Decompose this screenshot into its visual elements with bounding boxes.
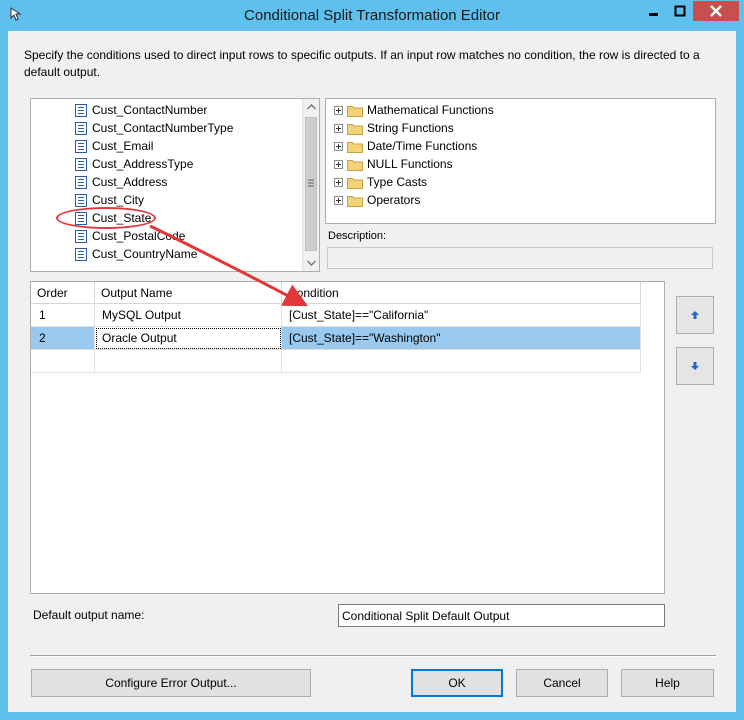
arrow-up-icon [691, 311, 699, 319]
function-category[interactable]: Operators [334, 191, 420, 209]
column-icon [75, 139, 87, 153]
row-condition[interactable]: [Cust_State]=="Washington" [282, 327, 641, 350]
folder-icon [347, 195, 363, 207]
default-output-label: Default output name: [33, 608, 145, 622]
expand-icon[interactable] [334, 159, 343, 169]
column-label: Cust_AddressType [92, 157, 194, 171]
column-label: Cust_Address [92, 175, 168, 189]
function-category-label: String Functions [367, 121, 454, 135]
row-condition[interactable]: [Cust_State]=="California" [282, 304, 641, 327]
column-icon [75, 247, 87, 261]
conditions-grid[interactable]: Order Output Name Condition 1 MySQL Outpu… [30, 281, 665, 594]
function-category-label: NULL Functions [367, 157, 453, 171]
column-icon [75, 103, 87, 117]
column-item[interactable]: Cust_PostalCode [75, 227, 185, 245]
close-icon [710, 5, 722, 17]
folder-icon [347, 141, 363, 153]
column-label: Cust_ContactNumberType [92, 121, 234, 135]
instructions-text: Specify the conditions used to direct in… [24, 48, 700, 79]
column-icon [75, 175, 87, 189]
columns-list[interactable]: Cust_ContactNumber Cust_ContactNumberType… [30, 98, 320, 272]
annotation-ellipse [56, 207, 156, 229]
column-icon [75, 229, 87, 243]
column-label: Cust_CountryName [92, 247, 198, 261]
new-row[interactable] [31, 350, 641, 373]
expand-icon[interactable] [334, 123, 343, 133]
header-order[interactable]: Order [31, 282, 95, 304]
minimize-icon [649, 13, 658, 16]
minimize-button[interactable] [641, 1, 667, 21]
columns-scrollbar[interactable] [302, 99, 319, 271]
description-label: Description: [328, 230, 387, 242]
folder-icon [347, 123, 363, 135]
new-row-name[interactable] [95, 350, 282, 373]
chevron-down-icon [306, 260, 316, 266]
column-icon [75, 121, 87, 135]
column-label: Cust_ContactNumber [92, 103, 208, 117]
chevron-up-icon [306, 104, 316, 110]
column-label: Cust_Email [92, 139, 154, 153]
grid-header: Order Output Name Condition [31, 282, 641, 304]
column-item[interactable]: Cust_Email [75, 137, 153, 155]
column-label: Cust_PostalCode [92, 229, 186, 243]
ok-button[interactable]: OK [411, 669, 503, 697]
row-order[interactable]: 1 [31, 304, 95, 327]
function-category[interactable]: Type Casts [334, 173, 427, 191]
row-order[interactable]: 2 [31, 327, 95, 350]
function-category-label: Date/Time Functions [367, 139, 478, 153]
maximize-button[interactable] [667, 1, 693, 21]
header-output-name[interactable]: Output Name [95, 282, 282, 304]
row-output-name[interactable]: MySQL Output [95, 304, 282, 327]
new-row-order[interactable] [31, 350, 95, 373]
function-category-label: Type Casts [367, 175, 428, 189]
function-category[interactable]: NULL Functions [334, 155, 453, 173]
description-box [327, 247, 713, 269]
scroll-down-arrow[interactable] [303, 255, 319, 271]
move-down-button[interactable] [676, 347, 714, 385]
folder-icon [347, 177, 363, 189]
expand-icon[interactable] [334, 177, 343, 187]
scroll-up-arrow[interactable] [303, 99, 319, 115]
column-label: Cust_City [92, 193, 145, 207]
functions-tree[interactable]: Mathematical Functions String Functions Da… [325, 98, 716, 224]
maximize-icon [674, 5, 686, 17]
header-condition[interactable]: Condition [282, 282, 641, 304]
column-icon [75, 157, 87, 171]
configure-error-output-button[interactable]: Configure Error Output... [31, 669, 311, 697]
column-icon [75, 193, 87, 207]
function-category-label: Operators [367, 193, 421, 207]
table-row[interactable]: 1 MySQL Output [Cust_State]=="California" [31, 304, 641, 327]
dialog-window: Conditional Split Transformation Editor … [0, 0, 744, 720]
function-category-label: Mathematical Functions [367, 103, 494, 117]
default-output-input[interactable] [338, 604, 665, 627]
title-bar[interactable]: Conditional Split Transformation Editor [0, 0, 744, 30]
expand-icon[interactable] [334, 105, 343, 115]
column-item[interactable]: Cust_ContactNumber [75, 101, 207, 119]
scroll-thumb[interactable] [305, 117, 317, 251]
folder-icon [347, 159, 363, 171]
function-category[interactable]: String Functions [334, 119, 454, 137]
table-row[interactable]: 2 Oracle Output [Cust_State]=="Washington" [31, 327, 641, 350]
cancel-button[interactable]: Cancel [516, 669, 608, 697]
window-title: Conditional Split Transformation Editor [244, 7, 500, 24]
grip-icon [308, 179, 314, 187]
folder-icon [347, 105, 363, 117]
move-up-button[interactable] [676, 296, 714, 334]
column-item[interactable]: Cust_CountryName [75, 245, 197, 263]
divider [30, 655, 716, 657]
new-row-condition[interactable] [282, 350, 641, 373]
column-item[interactable]: Cust_ContactNumberType [75, 119, 233, 137]
expand-icon[interactable] [334, 195, 343, 205]
column-item[interactable]: Cust_AddressType [75, 155, 193, 173]
column-item[interactable]: Cust_Address [75, 173, 167, 191]
function-category[interactable]: Date/Time Functions [334, 137, 477, 155]
function-category[interactable]: Mathematical Functions [334, 101, 494, 119]
expand-icon[interactable] [334, 141, 343, 151]
row-output-name[interactable]: Oracle Output [95, 327, 282, 350]
close-button[interactable] [693, 1, 739, 21]
arrow-down-icon [691, 362, 699, 370]
help-button[interactable]: Help [621, 669, 714, 697]
